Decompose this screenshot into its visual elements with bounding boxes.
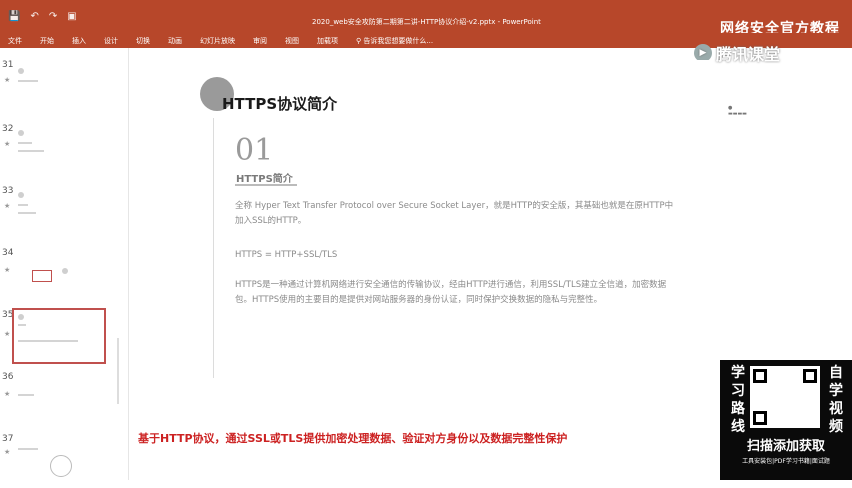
- tencent-label: 腾讯课堂: [716, 45, 781, 64]
- section-subtitle: HTTPS简介: [236, 174, 293, 185]
- thumbnail-image: [14, 188, 104, 238]
- thumbnail-number: 33: [2, 186, 14, 196]
- thumbnail-image: [14, 250, 104, 300]
- tab-slideshow[interactable]: 幻灯片放映: [200, 36, 235, 46]
- promo-left-text: 学习路线: [731, 365, 745, 435]
- promo-scan-text: 扫描添加获取: [746, 439, 825, 454]
- star-icon: ★: [4, 266, 11, 274]
- qr-promo-panel: 学习路线 自学视频 扫描添加获取 工具安装包|PDF学习书籍|面试题: [720, 360, 852, 480]
- tell-me-label: 告诉我您想要做什么...: [363, 37, 434, 45]
- pane-scrollbar[interactable]: [117, 338, 119, 404]
- tab-design[interactable]: 设计: [104, 36, 118, 46]
- star-icon: ★: [4, 140, 11, 148]
- star-icon: ★: [4, 76, 11, 84]
- tell-me-search[interactable]: ⚲ 告诉我您想要做什么...: [356, 36, 433, 46]
- slide-logo: ● ▬▬▬▬: [728, 105, 747, 117]
- section-number: 01: [235, 133, 274, 168]
- slide-title: HTTPS协议简介: [222, 95, 338, 113]
- divider: [213, 118, 214, 378]
- star-icon: ★: [4, 390, 11, 398]
- slide-canvas[interactable]: HTTPS协议简介 ● ▬▬▬▬ 01 HTTPS简介 全称 Hyper Tex…: [140, 60, 747, 405]
- tab-animations[interactable]: 动画: [168, 36, 182, 46]
- star-icon: ★: [4, 202, 11, 210]
- tab-transitions[interactable]: 切换: [136, 36, 150, 46]
- thumbnail-image: [14, 126, 104, 176]
- thumbnail-number: 31: [2, 60, 14, 70]
- subtitle-caption: 基于HTTP协议，通过SSL或TLS提供加密处理数据、验证对方身份以及数据完整性…: [138, 432, 568, 445]
- thumbnail-number: 36: [2, 372, 14, 382]
- star-icon: ★: [4, 448, 11, 456]
- tab-file[interactable]: 文件: [8, 36, 22, 46]
- thumbnail-number: 34: [2, 248, 14, 258]
- definition-text: 全称 Hyper Text Transfer Protocol over Sec…: [235, 201, 674, 226]
- formula-text: HTTPS = HTTP+SSL/TLS: [235, 250, 338, 260]
- section-underline: [235, 184, 297, 186]
- tencent-watermark: ▶ 腾讯课堂: [694, 43, 824, 64]
- thumbnail-number: 32: [2, 124, 14, 134]
- thumbnail-number: 37: [2, 434, 14, 444]
- star-icon: ★: [4, 330, 11, 338]
- thumbnail-image: [14, 376, 104, 426]
- slide-thumbnail-pane[interactable]: 31 ★ 32 ★ 33 ★ 34 ★ 35 ★ 36 ★ 37 ★: [0, 48, 129, 488]
- redo-icon[interactable]: ↷: [49, 11, 57, 22]
- slideshow-icon[interactable]: ▣: [67, 11, 76, 22]
- promo-bottom-text: 工具安装包|PDF学习书籍|面试题: [742, 458, 830, 465]
- quick-access-toolbar: 💾 ↶ ↷ ▣: [8, 11, 77, 22]
- tab-view[interactable]: 视图: [285, 36, 299, 46]
- tab-review[interactable]: 审阅: [253, 36, 267, 46]
- window-title: 2020_web安全攻防第二期第二讲-HTTP协议介绍-v2.pptx - Po…: [312, 18, 541, 26]
- tab-home[interactable]: 开始: [40, 36, 54, 46]
- cursor-circle: [50, 455, 72, 477]
- tab-insert[interactable]: 插入: [72, 36, 86, 46]
- title-bar: 💾 ↶ ↷ ▣ 2020_web安全攻防第二期第二讲-HTTP协议介绍-v2.p…: [0, 0, 852, 37]
- qr-code: [750, 366, 820, 428]
- thumbnail-image: [14, 64, 104, 114]
- promo-right-text: 自学视频: [829, 365, 843, 435]
- undo-icon[interactable]: ↶: [30, 11, 38, 22]
- thumbnail-image-selected: [12, 308, 106, 364]
- lightbulb-icon: ⚲: [356, 37, 362, 45]
- save-icon[interactable]: 💾: [8, 11, 20, 22]
- description-text: HTTPS是一种通过计算机网络进行安全通信的传输协议，经由HTTP进行通信，利用…: [235, 280, 667, 305]
- tab-addins[interactable]: 加载项: [317, 36, 338, 46]
